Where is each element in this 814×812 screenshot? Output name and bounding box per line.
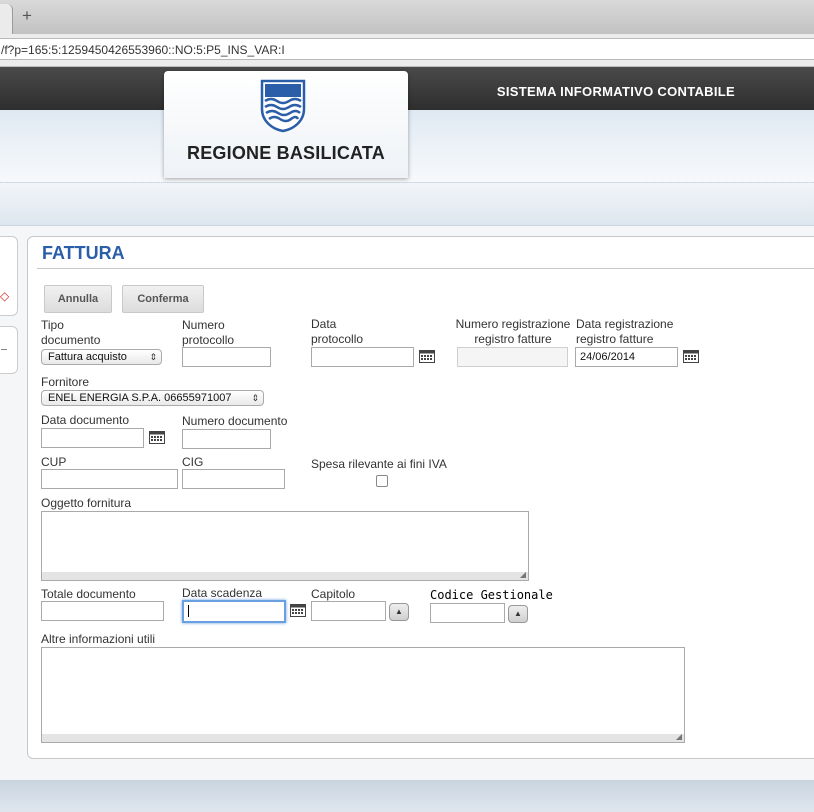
data-documento-input[interactable] [41,428,144,448]
altre-informazioni-textarea[interactable]: ◢ [41,647,685,743]
oggetto-fornitura-textarea[interactable]: ◢ [41,511,529,581]
cig-input[interactable] [182,469,285,489]
data-registrazione-label: Data registrazione registro fatture [576,317,674,346]
resize-grip-icon[interactable]: ◢ [520,571,526,579]
data-documento-label: Data documento [41,413,130,427]
codice-gestionale-lookup-button[interactable]: ▲ [508,605,528,623]
address-bar: /f?p=165:5:1259450426553960::NO:5:P5_INS… [0,34,814,67]
resize-grip-icon[interactable]: ◢ [676,733,682,741]
cup-label: CUP [41,455,67,469]
system-name: SISTEMA INFORMATIVO CONTABILE [496,84,735,99]
codice-gestionale-label: Codice Gestionale [430,588,553,602]
confirm-button[interactable]: Conferma [122,285,204,313]
dash-icon [1,349,7,350]
tipo-documento-label: Tipo documento [41,318,101,347]
spesa-iva-label: Spesa rilevante ai fini IVA [311,457,447,471]
calendar-icon[interactable] [149,430,165,444]
capitolo-input[interactable] [311,601,386,621]
cup-input[interactable] [41,469,178,489]
calendar-icon[interactable] [290,603,306,617]
tipo-documento-value: Fattura acquisto [48,351,127,363]
text-cursor [188,605,189,618]
spesa-iva-checkbox[interactable] [376,475,388,487]
capitolo-label: Capitolo [311,587,356,601]
calendar-icon[interactable] [419,349,435,363]
side-collapse-widget[interactable] [0,326,18,374]
numero-registrazione-input[interactable] [457,347,568,367]
title-divider [37,268,814,269]
select-arrow-icon: ⇕ [251,393,259,403]
header-subband [0,182,814,226]
page-footer-band [0,780,814,812]
oggetto-fornitura-label: Oggetto fornitura [41,496,132,510]
region-logo-box: REGIONE BASILICATA [164,71,408,178]
numero-registrazione-label: Numero registrazione registro fatture [455,317,571,346]
fornitore-label: Fornitore [41,375,90,389]
side-arrow-icon[interactable]: ◇ [0,289,9,303]
tipo-documento-select[interactable]: Fattura acquisto ⇕ [41,349,162,365]
data-protocollo-label: Data protocollo [311,317,364,346]
data-scadenza-label: Data scadenza [182,586,263,600]
data-protocollo-input[interactable] [311,347,414,367]
region-shield-icon [260,79,306,133]
numero-protocollo-input[interactable] [182,347,271,367]
browser-tab-bar: + [0,0,814,35]
side-nav-widget[interactable] [0,236,18,316]
page-title: FATTURA [42,243,125,263]
codice-gestionale-input[interactable] [430,603,505,623]
browser-tab[interactable] [0,4,13,34]
totale-documento-input[interactable] [41,601,164,621]
calendar-icon[interactable] [683,349,699,363]
fornitore-select[interactable]: ENEL ENERGIA S.P.A. 06655971007 ⇕ [41,390,264,406]
fornitore-value: ENEL ENERGIA S.P.A. 06655971007 [48,392,232,404]
textarea-footer [42,734,684,742]
select-arrow-icon: ⇕ [149,352,157,362]
region-name: REGIONE BASILICATA [187,143,385,163]
numero-protocollo-label: Numero protocollo [182,318,235,347]
numero-documento-label: Numero documento [182,414,288,428]
numero-documento-input[interactable] [182,429,271,449]
new-tab-button[interactable]: + [22,6,32,26]
data-scadenza-input[interactable] [182,600,286,623]
totale-documento-label: Totale documento [41,587,136,601]
capitolo-lookup-button[interactable]: ▲ [389,603,409,621]
url-input[interactable]: /f?p=165:5:1259450426553960::NO:5:P5_INS… [0,38,814,60]
cig-label: CIG [182,455,204,469]
data-registrazione-input[interactable]: 24/06/2014 [575,347,678,367]
textarea-footer [42,572,528,580]
altre-informazioni-label: Altre informazioni utili [41,632,156,646]
cancel-button[interactable]: Annulla [44,285,112,313]
